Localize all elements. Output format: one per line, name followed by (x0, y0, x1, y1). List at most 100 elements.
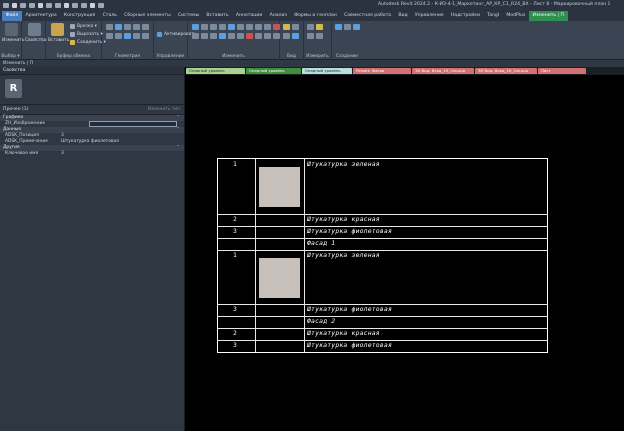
mirror-icon[interactable] (210, 24, 217, 30)
geometry-tool-icon[interactable] (142, 24, 149, 30)
ribbon-tab[interactable]: Системы (174, 11, 203, 21)
ribbon-tab[interactable]: Формы и генплан (291, 11, 341, 21)
create-tool-icon[interactable] (335, 24, 342, 30)
close-hidden-icon[interactable] (90, 3, 95, 8)
paste-button[interactable]: Вставить (48, 23, 69, 43)
view-tool-icon[interactable] (292, 24, 299, 30)
type-filter[interactable]: Прочее (1) Изменить тип (0, 105, 184, 115)
measure-tool-icon[interactable] (307, 33, 314, 39)
ribbon-tab[interactable]: Совместная работа (340, 11, 394, 21)
schedule-position-cell: 1 (233, 251, 237, 259)
modify-button[interactable]: Изменить (2, 23, 25, 43)
print-icon[interactable] (38, 3, 43, 8)
cope-button[interactable]: Врезка ▾ (70, 24, 97, 29)
geometry-tool-icon[interactable] (142, 33, 149, 39)
ribbon-tab[interactable]: Файл (2, 11, 22, 21)
extend-icon[interactable] (228, 33, 235, 39)
properties-button[interactable]: Свойства (25, 23, 46, 43)
join-button[interactable]: Соединить ▾ (70, 40, 106, 45)
view-tab[interactable]: 3D Вид: Вход_1К_Секция (412, 68, 474, 74)
lock-icon[interactable] (264, 33, 271, 39)
cancel-icon[interactable] (246, 33, 253, 39)
property-value[interactable]: 3 (61, 151, 64, 157)
open-icon[interactable] (3, 3, 9, 8)
paste-icon (50, 23, 64, 36)
schedule-position-cell: 2 (233, 215, 237, 223)
measure-icon[interactable] (46, 3, 52, 8)
schedule-position-cell: 1 (233, 160, 237, 168)
view-tool-icon[interactable] (292, 33, 299, 39)
geometry-tool-icon[interactable] (124, 33, 131, 39)
section-icon[interactable] (72, 3, 78, 8)
ribbon-tab[interactable]: Архитектура (22, 11, 60, 21)
save-icon[interactable] (12, 3, 17, 8)
ribbon-tab[interactable]: Tangl (484, 11, 503, 21)
measure-tool-icon[interactable] (316, 24, 323, 30)
measure-tool-icon[interactable] (307, 24, 314, 30)
view-tab[interactable]: 3D Вид: Вход_1К_Секция (475, 68, 537, 74)
ribbon-tab[interactable]: Сталь (99, 11, 121, 21)
trim-icon[interactable] (255, 24, 262, 30)
geometry-tool-icon[interactable] (133, 24, 140, 30)
geometry-tool-icon[interactable] (115, 24, 122, 30)
split-icon[interactable] (264, 24, 271, 30)
view-tool-icon[interactable] (283, 24, 290, 30)
schedule-note-cell: Штукатурка фиолетовая (307, 305, 392, 313)
panel-title-measure: Измерить (306, 54, 329, 59)
delete-icon[interactable] (273, 24, 280, 30)
array-icon[interactable] (192, 33, 199, 39)
geometry-tool-icon[interactable] (106, 24, 113, 30)
move-icon[interactable] (228, 24, 235, 30)
schedule-position-cell: 3 (233, 305, 237, 313)
modify-tools (192, 24, 281, 41)
type-selector[interactable]: R (0, 75, 184, 105)
ribbon-tab[interactable]: Надстройки (447, 11, 483, 21)
create-tools (335, 24, 361, 32)
ribbon-tab[interactable]: Аннотации (232, 11, 266, 21)
panel-title-manage: Управление (156, 54, 185, 59)
properties-icon (27, 23, 41, 36)
split-face-icon[interactable] (273, 33, 280, 39)
scale-icon[interactable] (201, 33, 208, 39)
redo-icon[interactable] (29, 3, 35, 8)
ribbon-tab[interactable]: Управление (411, 11, 447, 21)
3d-view-icon[interactable] (64, 3, 69, 8)
ribbon-tab[interactable]: Анализ (266, 11, 291, 21)
undo-icon[interactable] (20, 3, 26, 8)
measure-tool-icon[interactable] (316, 33, 323, 39)
geometry-tool-icon[interactable] (106, 33, 113, 39)
offset-icon[interactable] (201, 24, 208, 30)
ribbon-tab[interactable]: Вид (395, 11, 412, 21)
create-tool-icon[interactable] (353, 24, 360, 30)
ribbon-tab[interactable]: ModPlus (503, 11, 529, 21)
ribbon-tab[interactable]: Изменить | П (528, 11, 568, 21)
thin-lines-icon[interactable] (81, 3, 87, 8)
geometry-tool-icon[interactable] (133, 33, 140, 39)
circle-icon[interactable] (255, 33, 262, 39)
pin-icon[interactable] (210, 33, 217, 39)
view-tab[interactable]: Разрез: Фасад (353, 68, 411, 74)
mirror-draw-icon[interactable] (219, 24, 226, 30)
view-tab[interactable]: Опорный уровень (246, 68, 301, 74)
cut-button[interactable]: Вырезать ▾ (70, 32, 103, 37)
create-tool-icon[interactable] (344, 24, 351, 30)
view-tool-icon[interactable] (283, 33, 290, 39)
copy-icon[interactable] (237, 24, 244, 30)
switch-windows-icon[interactable] (98, 3, 104, 8)
view-tab[interactable]: Опорный уровень (302, 68, 352, 74)
schedule-table[interactable]: 1 Штукатурка зеленая 2 Штукатурка красная 3 Ш… (217, 158, 548, 353)
geometry-tool-icon[interactable] (124, 24, 131, 30)
geometry-tool-icon[interactable] (115, 33, 122, 39)
view-tab[interactable]: Опорный уровень (186, 68, 245, 74)
rotate-icon[interactable] (246, 24, 253, 30)
align-icon[interactable] (192, 24, 199, 30)
join-icon[interactable] (237, 33, 244, 39)
edit-type-button[interactable]: Изменить тип (148, 107, 180, 112)
unpin-icon[interactable] (219, 33, 226, 39)
ribbon-tab[interactable]: Конструкция (60, 11, 99, 21)
ribbon-tab[interactable]: Вставить (203, 11, 232, 21)
ribbon-tab[interactable]: Сборные элементы (121, 11, 175, 21)
property-row[interactable]: Ключевое имя 3 (0, 151, 184, 157)
view-tab[interactable]: Лист (538, 68, 586, 74)
text-icon[interactable] (55, 3, 61, 8)
